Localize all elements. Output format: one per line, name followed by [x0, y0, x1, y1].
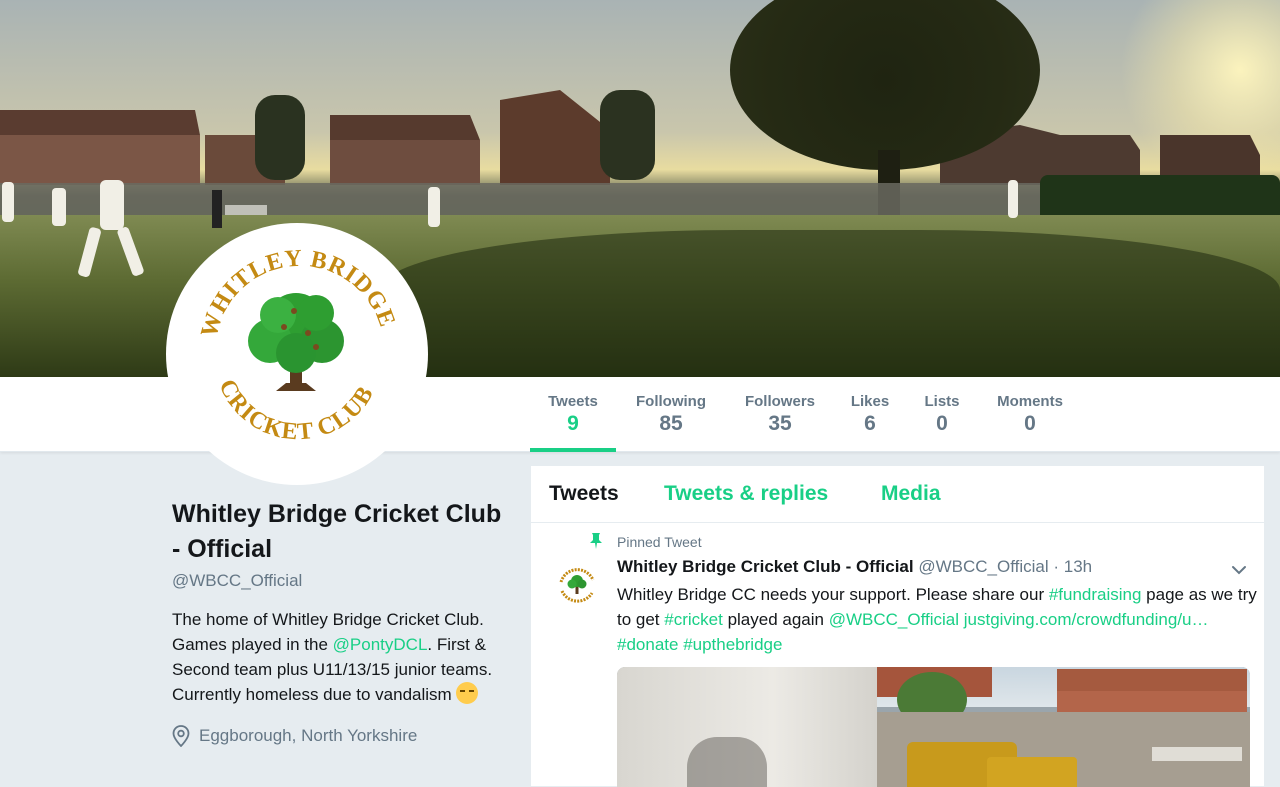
stat-label: Tweets [548, 393, 598, 410]
tab-tweets-and-replies[interactable]: Tweets & replies [664, 482, 828, 506]
stat-followers[interactable]: Followers 35 [742, 377, 818, 452]
stat-following[interactable]: Following 85 [632, 377, 710, 452]
tweet-text-segment: played again [722, 610, 829, 629]
pinned-text: Pinned Tweet [617, 534, 702, 550]
chevron-down-icon[interactable] [1231, 564, 1247, 576]
stat-tweets[interactable]: Tweets 9 [530, 377, 616, 452]
photo-roof [1057, 669, 1247, 691]
stat-label: Moments [997, 393, 1063, 410]
stat-label: Lists [924, 393, 960, 410]
tweet-timestamp[interactable]: · 13h [1053, 557, 1092, 576]
oak-tree-icon [248, 293, 344, 391]
club-logo-small [554, 563, 600, 609]
photo-graffiti [687, 737, 767, 787]
tweet-text-segment: Whitley Bridge CC needs your support. Pl… [617, 585, 1049, 604]
profile-handle[interactable]: @WBCC_Official [172, 571, 502, 591]
photo-roller [987, 757, 1077, 787]
stat-label: Likes [850, 393, 890, 410]
stat-label: Following [636, 393, 706, 410]
hashtag-link[interactable]: #cricket [664, 610, 723, 629]
stat-value: 9 [567, 412, 579, 435]
url-link[interactable]: justgiving.com/crowdfunding/u… [964, 610, 1209, 629]
timeline: Tweets Tweets & replies Media Pinned Twe… [530, 465, 1265, 787]
location-pin-icon [172, 725, 190, 747]
timeline-tabs: Tweets Tweets & replies Media [531, 466, 1264, 523]
profile-bio: The home of Whitley Bridge Cricket Club.… [172, 607, 502, 707]
stat-value: 0 [1024, 412, 1036, 435]
profile-location: Eggborough, North Yorkshire [172, 725, 502, 747]
tab-media[interactable]: Media [881, 482, 941, 506]
tweet-author-handle[interactable]: @WBCC_Official [918, 557, 1048, 576]
stat-value: 6 [864, 412, 876, 435]
tweet-media-photo[interactable] [617, 667, 1250, 787]
tweet-text: Whitley Bridge CC needs your support. Pl… [617, 582, 1257, 657]
location-text: Eggborough, North Yorkshire [199, 726, 418, 745]
hashtag-link[interactable]: #upthebridge [683, 635, 782, 654]
mention-link[interactable]: @WBCC_Official [829, 610, 959, 629]
club-logo: WHITLEY BRIDGE CRICKET CLUB [196, 246, 399, 446]
hashtag-link[interactable]: #donate [617, 635, 678, 654]
tweet-avatar[interactable] [553, 562, 601, 610]
stat-value: 35 [768, 412, 792, 435]
pushpin-icon [590, 533, 602, 549]
bio-mention-link[interactable]: @PontyDCL [333, 635, 428, 654]
stat-likes[interactable]: Likes 6 [849, 377, 891, 452]
photo-bench [1152, 747, 1242, 761]
relieved-face-emoji-icon [456, 682, 479, 704]
stat-value: 85 [659, 412, 683, 435]
tab-tweets[interactable]: Tweets [549, 482, 619, 506]
hashtag-link[interactable]: #fundraising [1049, 585, 1142, 604]
pinned-tweet-label: Pinned Tweet [590, 533, 702, 550]
tweet-header: Whitley Bridge Cricket Club - Official @… [617, 557, 1092, 577]
stat-moments[interactable]: Moments 0 [994, 377, 1066, 452]
stat-value: 0 [936, 412, 948, 435]
banner-players [2, 180, 1018, 277]
stat-label: Followers [744, 393, 815, 410]
profile-avatar[interactable]: WHITLEY BRIDGE CRICKET CLUB [166, 223, 428, 485]
profile-name[interactable]: Whitley Bridge Cricket Club - Official [172, 497, 502, 567]
tweet-author-name[interactable]: Whitley Bridge Cricket Club - Official [617, 557, 914, 576]
profile-card: Whitley Bridge Cricket Club - Official @… [172, 497, 502, 747]
stat-lists[interactable]: Lists 0 [922, 377, 962, 452]
pinned-tweet[interactable]: Pinned Tweet Whitley Bridge Cricket Club… [531, 524, 1264, 787]
